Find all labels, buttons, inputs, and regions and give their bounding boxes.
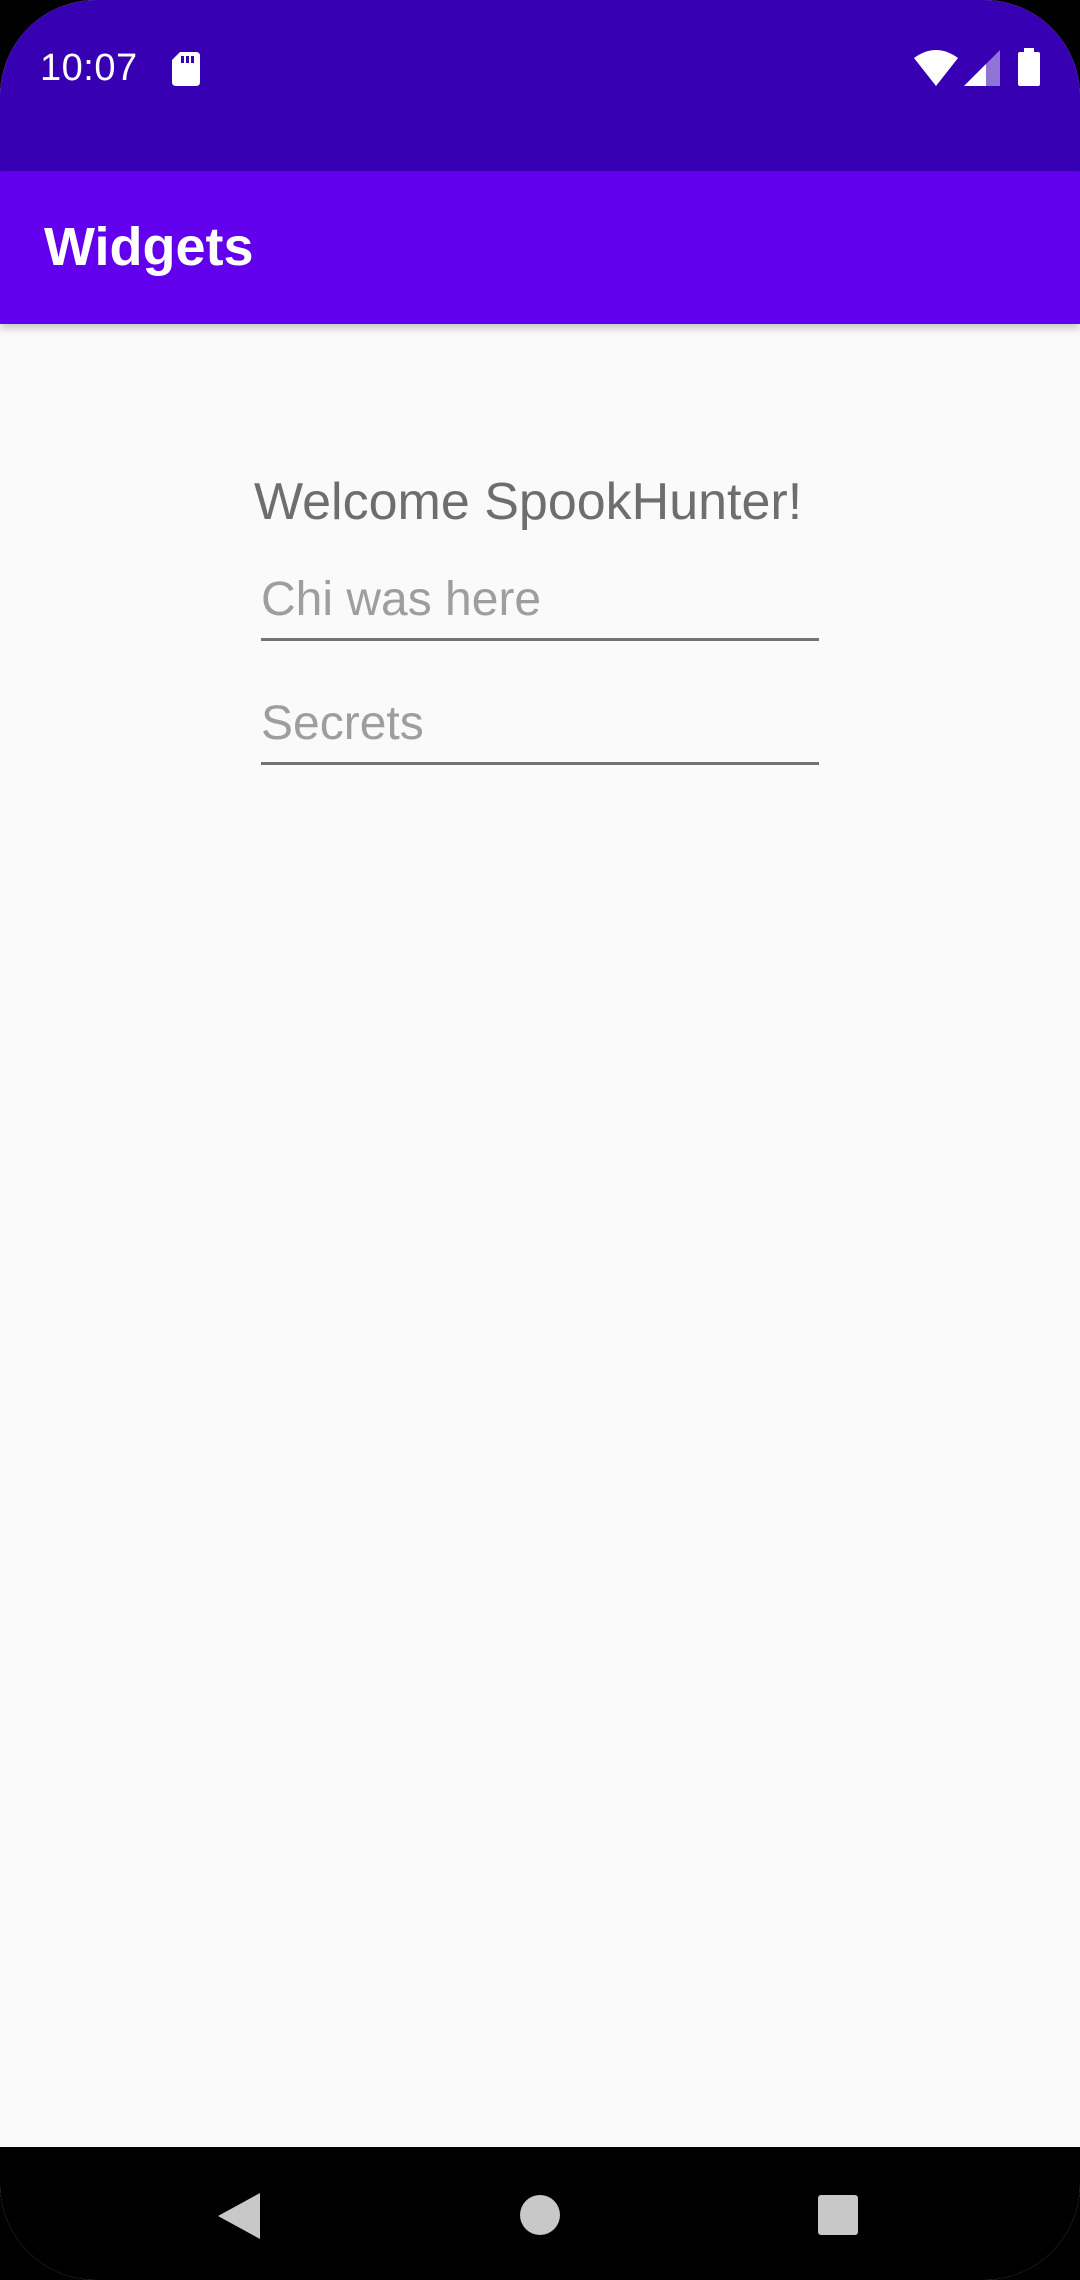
app-bar: Widgets	[0, 171, 1080, 324]
app-screen: 10:07 Widgets Welcome SpookHunter! Chi w…	[0, 0, 1080, 2280]
sd-card-icon	[172, 52, 200, 86]
cell-signal-icon	[964, 50, 1000, 86]
status-bar: 10:07	[0, 0, 1080, 171]
home-icon[interactable]	[520, 2195, 560, 2235]
battery-icon	[1018, 48, 1040, 86]
welcome-text: Welcome SpookHunter!	[254, 473, 803, 531]
text-field-chi[interactable]: Chi was here	[261, 548, 819, 641]
status-time: 10:07	[40, 47, 138, 89]
secrets-field-placeholder: Secrets	[261, 697, 424, 750]
secrets-field[interactable]: Secrets	[261, 672, 819, 765]
navigation-bar	[0, 2147, 1080, 2280]
recents-icon[interactable]	[818, 2195, 858, 2235]
app-title: Widgets	[44, 217, 254, 277]
wifi-icon	[914, 50, 958, 86]
text-field-chi-value: Chi was here	[261, 573, 542, 626]
back-icon[interactable]	[218, 2193, 260, 2239]
